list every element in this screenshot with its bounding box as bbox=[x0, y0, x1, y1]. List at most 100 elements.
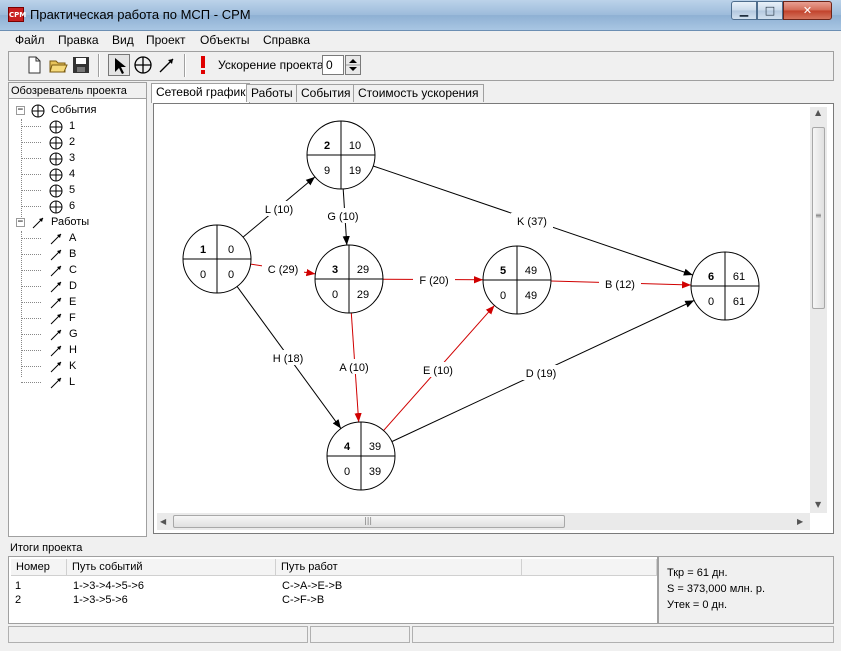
scroll-down-icon[interactable]: ▼ bbox=[815, 500, 821, 509]
event-node[interactable]: 1 0 0 0 bbox=[182, 224, 252, 294]
app-icon: CPM bbox=[8, 7, 26, 22]
node-late-time: 49 bbox=[525, 290, 537, 302]
toolbar: Ускорение проекта: 0 bbox=[8, 51, 834, 81]
tab-works[interactable]: Работы bbox=[246, 84, 298, 102]
works-collapse-toggle[interactable]: − bbox=[16, 218, 25, 227]
title-bar[interactable]: CPM Практическая работа по МСП - CPM ▁ □… bbox=[0, 0, 841, 31]
tree-item-event[interactable]: 5 bbox=[49, 182, 139, 198]
tree-connector bbox=[21, 286, 41, 287]
tree-item-event[interactable]: 6 bbox=[49, 198, 139, 214]
tab-network-graph[interactable]: Сетевой график bbox=[151, 83, 251, 103]
app-window: CPM Практическая работа по МСП - CPM ▁ □… bbox=[0, 0, 841, 651]
node-early-time: 0 bbox=[228, 244, 234, 256]
open-folder-icon[interactable] bbox=[47, 54, 69, 76]
time-leak: Утек = 0 дн. bbox=[667, 599, 728, 611]
work-icon bbox=[50, 377, 62, 389]
tree-events-group[interactable]: События bbox=[31, 102, 141, 118]
menu-file[interactable]: Файл bbox=[15, 33, 45, 47]
work-icon bbox=[50, 281, 62, 293]
column-header[interactable]: Номер bbox=[11, 559, 67, 576]
calculate-icon[interactable] bbox=[192, 54, 214, 76]
tree-item-event[interactable]: 4 bbox=[49, 166, 139, 182]
tab-events[interactable]: События bbox=[296, 84, 356, 102]
node-reserve: 0 bbox=[344, 466, 350, 478]
tree-item-work[interactable]: H bbox=[49, 342, 139, 358]
explorer-title: Обозреватель проекта bbox=[9, 83, 146, 99]
event-node[interactable]: 6 61 0 61 bbox=[690, 251, 760, 321]
table-cell: 1->3->4->5->6 bbox=[73, 580, 144, 592]
edge-label: E (10) bbox=[423, 365, 453, 377]
node-late-time: 0 bbox=[228, 269, 234, 281]
tree-item-event[interactable]: 2 bbox=[49, 134, 139, 150]
tree-connector bbox=[21, 238, 41, 239]
acceleration-input[interactable]: 0 bbox=[322, 55, 344, 75]
results-title: Итоги проекта bbox=[10, 542, 83, 554]
toolbar-separator bbox=[184, 54, 186, 77]
node-early-time: 39 bbox=[369, 441, 381, 453]
tree-connector bbox=[21, 126, 41, 127]
node-reserve: 0 bbox=[708, 296, 714, 308]
menu-project[interactable]: Проект bbox=[146, 33, 186, 47]
toolbar-separator bbox=[98, 54, 100, 77]
work-icon bbox=[50, 265, 62, 277]
event-node[interactable]: 5 49 0 49 bbox=[482, 245, 552, 315]
tree-connector bbox=[21, 270, 41, 271]
tree-connector bbox=[21, 254, 41, 255]
tree-works-group[interactable]: Работы bbox=[31, 214, 141, 230]
tree-item-work[interactable]: D bbox=[49, 278, 139, 294]
work-icon bbox=[50, 329, 62, 341]
acceleration-stepper[interactable] bbox=[345, 55, 361, 75]
event-node[interactable]: 4 39 0 39 bbox=[326, 421, 396, 491]
status-panel bbox=[8, 626, 308, 643]
network-graph[interactable]: L (10) C (29) H (18) G (10) K (37) F (20) A (1… bbox=[154, 104, 834, 534]
tree-connector bbox=[21, 350, 41, 351]
tree-connector bbox=[21, 206, 41, 207]
node-id: 6 bbox=[708, 271, 714, 283]
scroll-up-icon[interactable]: ▲ bbox=[815, 108, 821, 117]
node-reserve: 0 bbox=[200, 269, 206, 281]
event-node[interactable]: 3 29 0 29 bbox=[314, 244, 384, 314]
work-tool-icon[interactable] bbox=[156, 54, 178, 76]
work-icon bbox=[32, 217, 44, 229]
new-file-icon[interactable] bbox=[23, 54, 45, 76]
event-node[interactable]: 2 10 9 19 bbox=[306, 120, 376, 190]
tree-item-work[interactable]: K bbox=[49, 358, 139, 374]
menu-objects[interactable]: Объекты bbox=[200, 33, 250, 47]
tree-item-work[interactable]: G bbox=[49, 326, 139, 342]
tree-item-work[interactable]: A bbox=[49, 230, 139, 246]
menu-help[interactable]: Справка bbox=[263, 33, 310, 47]
close-button[interactable]: ✕ bbox=[783, 1, 832, 20]
maximize-button[interactable]: □ bbox=[757, 1, 783, 20]
event-tool-icon[interactable] bbox=[132, 54, 154, 76]
menu-edit[interactable]: Правка bbox=[58, 33, 99, 47]
pointer-icon[interactable] bbox=[108, 54, 130, 76]
node-id: 4 bbox=[344, 441, 351, 453]
node-late-time: 39 bbox=[369, 466, 381, 478]
project-explorer: Обозреватель проекта − События − Работы … bbox=[8, 82, 147, 537]
node-reserve: 9 bbox=[324, 165, 330, 177]
edge-label: L (10) bbox=[265, 204, 293, 216]
menu-view[interactable]: Вид bbox=[112, 33, 134, 47]
tree-item-work[interactable]: B bbox=[49, 246, 139, 262]
tree-item-work[interactable]: F bbox=[49, 310, 139, 326]
tree-item-work[interactable]: C bbox=[49, 262, 139, 278]
scroll-right-icon[interactable]: ▶ bbox=[797, 517, 803, 526]
minimize-button[interactable]: ▁ bbox=[731, 1, 757, 20]
column-header[interactable] bbox=[522, 559, 657, 576]
save-icon[interactable] bbox=[70, 54, 92, 76]
column-header[interactable]: Путь работ bbox=[276, 559, 522, 576]
tree-item-work[interactable]: E bbox=[49, 294, 139, 310]
events-collapse-toggle[interactable]: − bbox=[16, 106, 25, 115]
tab-acceleration-cost[interactable]: Стоимость ускорения bbox=[353, 84, 484, 102]
event-icon bbox=[49, 120, 63, 134]
column-header[interactable]: Путь событий bbox=[67, 559, 276, 576]
project-cost: S = 373,000 млн. р. bbox=[667, 583, 766, 595]
scroll-left-icon[interactable]: ◀ bbox=[160, 517, 166, 526]
table-cell: 2 bbox=[15, 594, 22, 606]
tree-item-event[interactable]: 1 bbox=[49, 118, 139, 134]
node-id: 1 bbox=[200, 244, 206, 256]
tree-item-work[interactable]: L bbox=[49, 374, 139, 390]
tree-item-event[interactable]: 3 bbox=[49, 150, 139, 166]
node-id: 5 bbox=[500, 265, 506, 277]
network-graph-canvas[interactable]: L (10) C (29) H (18) G (10) K (37) F (20) A (1… bbox=[153, 103, 834, 534]
